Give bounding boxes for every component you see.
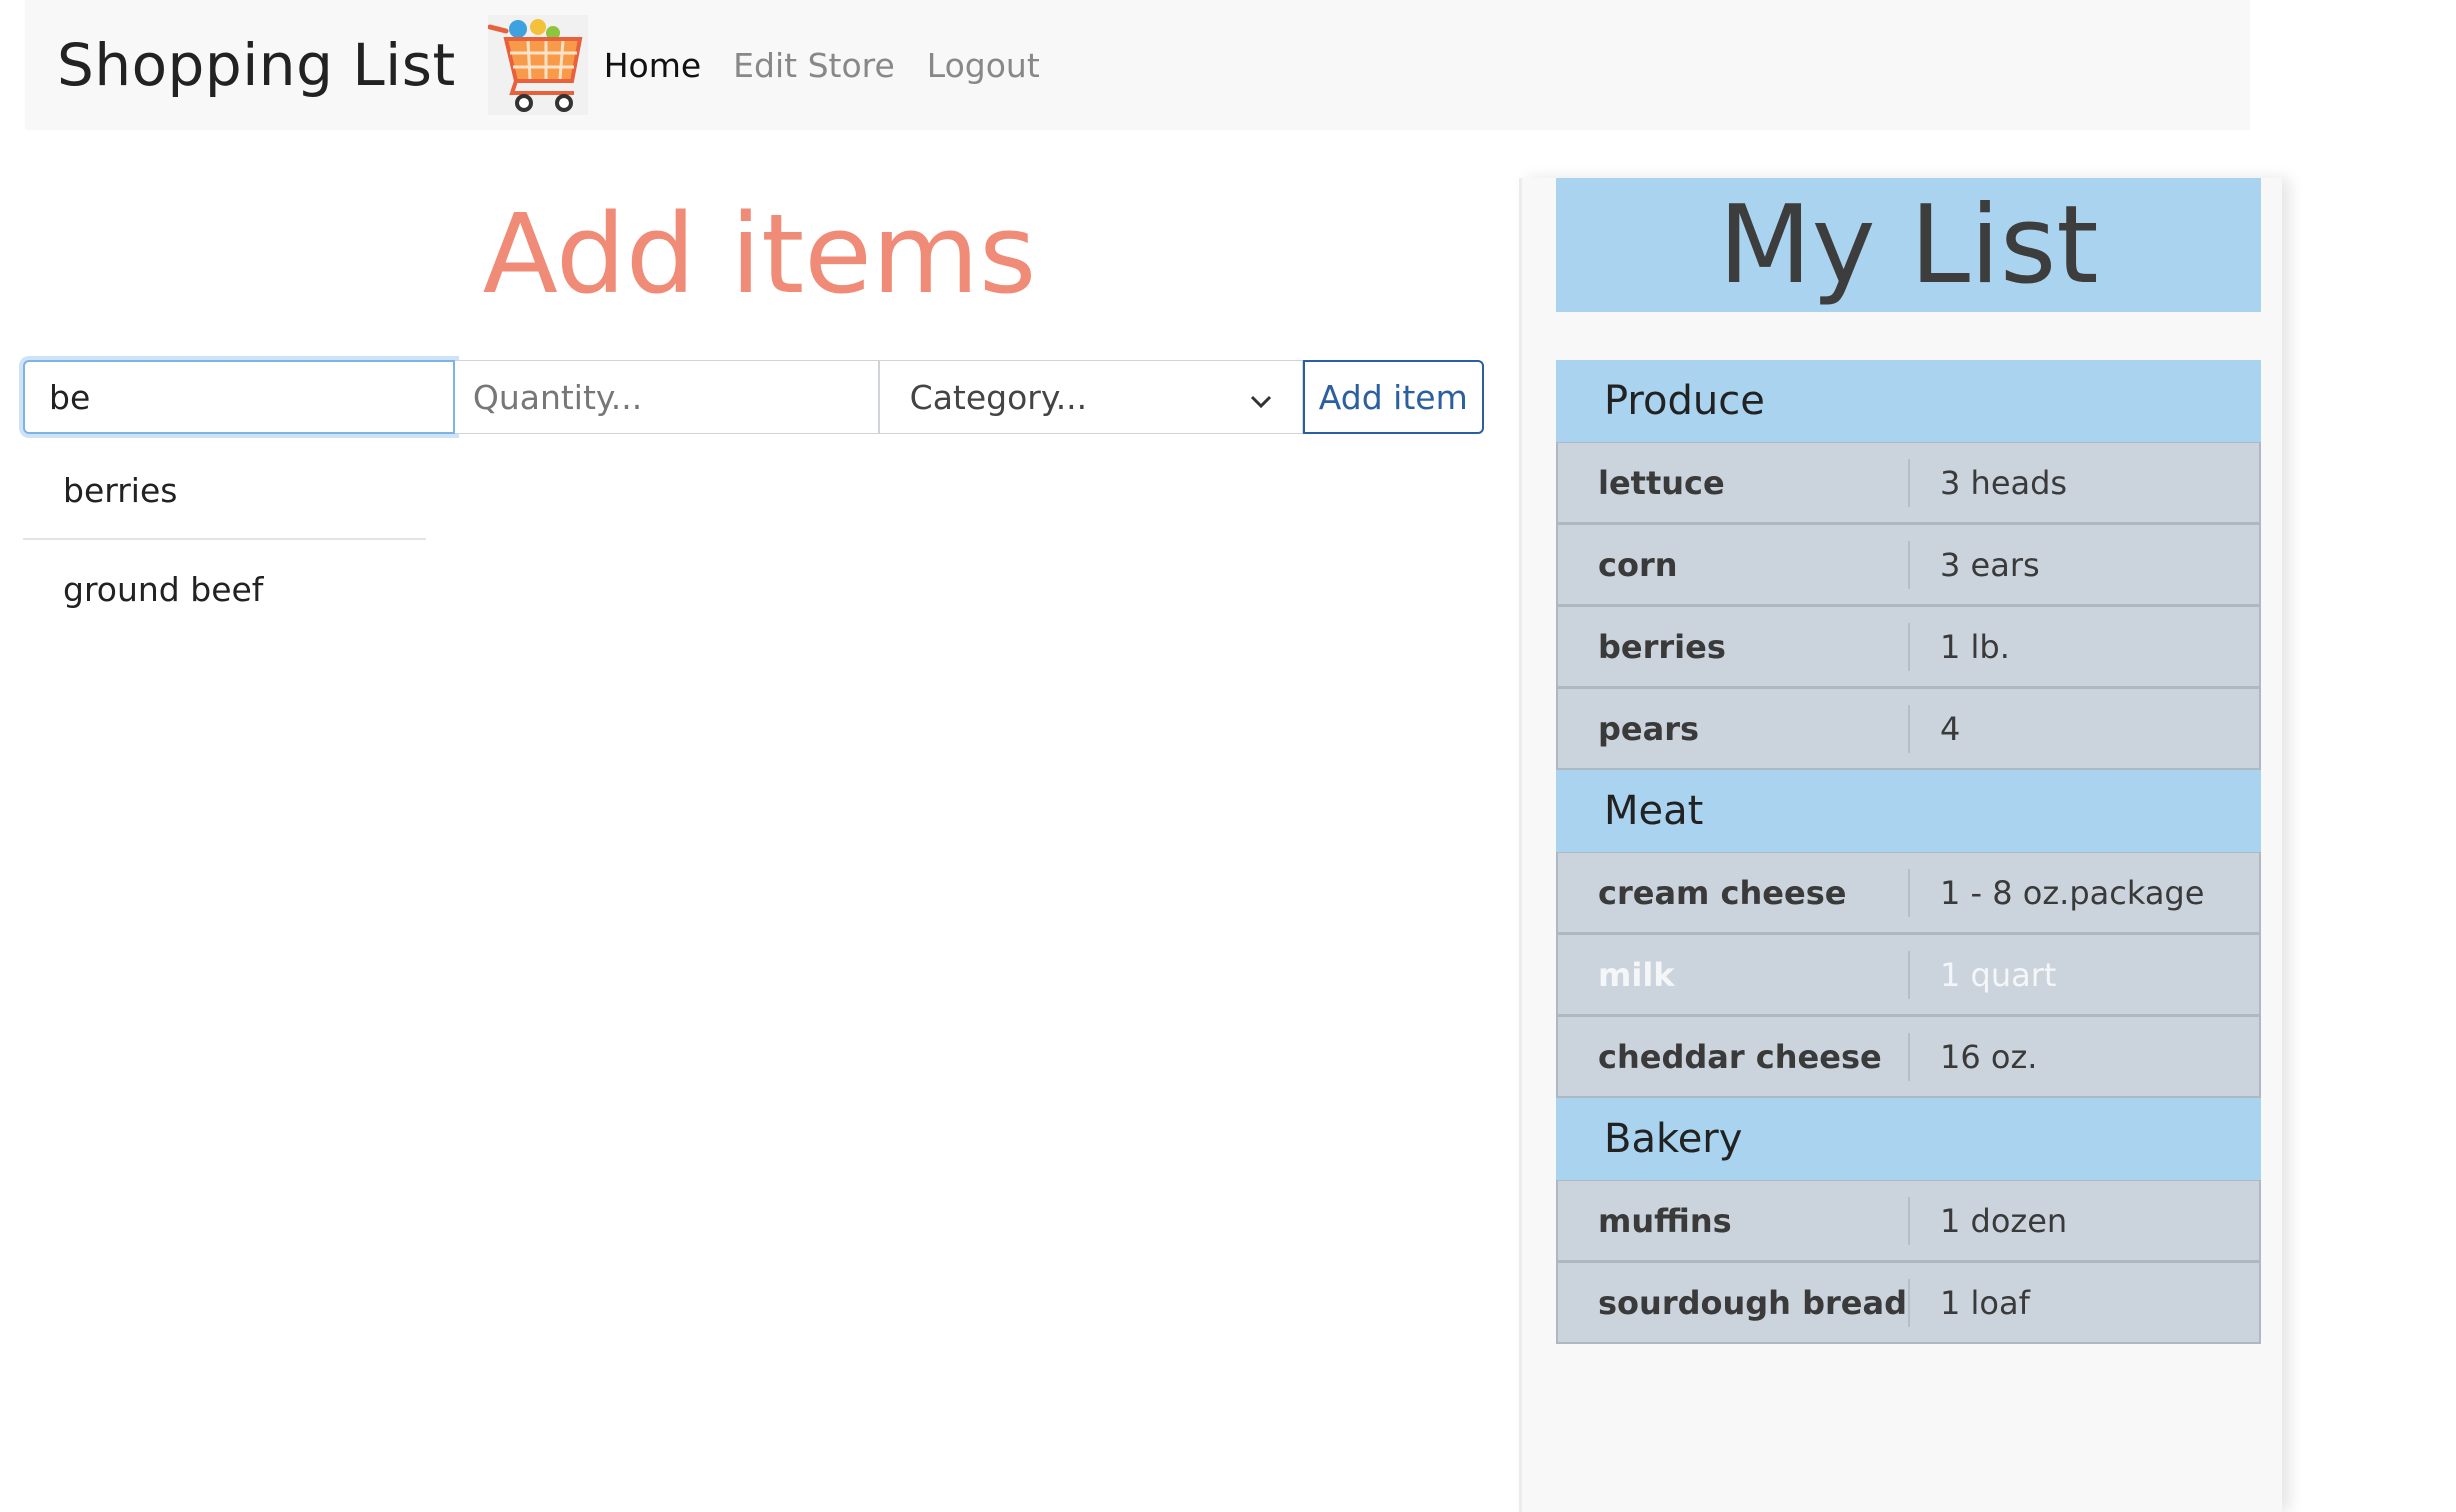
list-item-name: sourdough bread [1558, 1278, 1910, 1327]
list-item-name: muffins [1558, 1196, 1910, 1245]
category-header-produce: Produce [1556, 360, 2261, 442]
list-item-qty: 16 oz. [1940, 1037, 2038, 1076]
add-items-title: Add items [482, 190, 1037, 318]
category-select-value: Category... [909, 377, 1088, 417]
list-item[interactable]: sourdough bread 1 loaf [1556, 1262, 2261, 1344]
add-items-panel: Add items be Quantity... Category... Add… [0, 178, 1519, 1512]
nav-links: Home Edit Store Logout [604, 46, 1072, 85]
list-item-name: berries [1558, 622, 1910, 671]
list-item-qty: 3 ears [1940, 545, 2040, 584]
list-item[interactable]: muffins 1 dozen [1556, 1180, 2261, 1262]
my-list-title: My List [1556, 178, 2261, 312]
add-item-form: be Quantity... Category... Add item [23, 360, 1484, 434]
nav-link-edit-store[interactable]: Edit Store [733, 46, 895, 85]
chevron-down-icon [1250, 378, 1272, 417]
autocomplete-item[interactable]: ground beef [23, 540, 426, 638]
list-item[interactable]: berries 1 lb. [1556, 606, 2261, 688]
list-item-qty: 1 dozen [1940, 1201, 2068, 1240]
list-item[interactable]: cheddar cheese 16 oz. [1556, 1016, 2261, 1098]
autocomplete-list: berries ground beef [23, 442, 426, 638]
shopping-cart-icon [487, 15, 588, 115]
list-item-name: cream cheese [1558, 868, 1910, 917]
list-item-qty: 4 [1940, 709, 1961, 748]
list-item-qty: 1 loaf [1940, 1283, 2030, 1322]
nav-link-home[interactable]: Home [604, 46, 701, 85]
list-item-name: pears [1558, 704, 1910, 753]
nav-link-logout[interactable]: Logout [927, 46, 1040, 85]
list-item[interactable]: corn 3 ears [1556, 524, 2261, 606]
list-item-name: corn [1558, 540, 1910, 589]
list-item-qty: 3 heads [1940, 463, 2068, 502]
list-item[interactable]: pears 4 [1556, 688, 2261, 770]
my-list-panel: My List Produce lettuce 3 heads corn 3 e… [1519, 178, 2282, 1512]
brand-title[interactable]: Shopping List [57, 31, 456, 99]
navbar: Shopping List Home Edit Store Logout [25, 0, 2250, 130]
add-item-button[interactable]: Add item [1302, 360, 1484, 434]
list-item-name: lettuce [1558, 458, 1910, 507]
shopping-list: Produce lettuce 3 heads corn 3 ears berr… [1556, 360, 2261, 1344]
autocomplete-item[interactable]: berries [23, 442, 426, 540]
category-header-meat: Meat [1556, 770, 2261, 852]
list-item-name: cheddar cheese [1558, 1032, 1910, 1081]
quantity-input[interactable]: Quantity... [454, 360, 879, 434]
list-item-qty: 1 lb. [1940, 627, 2010, 666]
category-select[interactable]: Category... [878, 360, 1303, 434]
list-item-name: milk [1558, 950, 1910, 999]
item-name-input[interactable]: be [23, 360, 455, 434]
list-item[interactable]: lettuce 3 heads [1556, 442, 2261, 524]
list-item-qty: 1 - 8 oz.package [1940, 873, 2205, 912]
list-item[interactable]: cream cheese 1 - 8 oz.package [1556, 852, 2261, 934]
category-header-bakery: Bakery [1556, 1098, 2261, 1180]
list-item-checked[interactable]: milk 1 quart [1556, 934, 2261, 1016]
list-item-qty: 1 quart [1940, 955, 2057, 994]
